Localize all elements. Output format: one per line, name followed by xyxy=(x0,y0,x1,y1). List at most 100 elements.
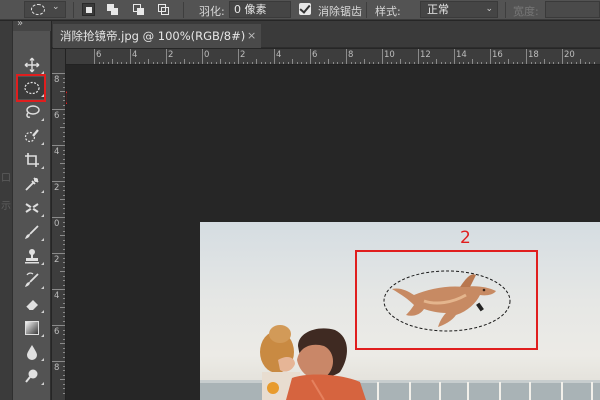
ruler-label: 8 xyxy=(348,50,354,60)
ruler-tick xyxy=(63,100,65,101)
panel-edge: 口 示 xyxy=(0,21,13,400)
annotation-box-selection xyxy=(355,250,538,350)
ruler-tick xyxy=(63,208,65,209)
blur-tool[interactable] xyxy=(18,341,46,363)
ruler-tick xyxy=(63,356,65,358)
crop-tool[interactable] xyxy=(18,149,46,171)
ruler-tick xyxy=(211,62,212,64)
ruler-tick xyxy=(63,244,65,245)
ruler-tick xyxy=(314,62,316,64)
ruler-tick xyxy=(494,62,496,64)
ruler-tick xyxy=(63,302,65,304)
new-selection-button[interactable] xyxy=(82,3,95,16)
subtract-from-selection-button[interactable] xyxy=(132,3,145,16)
ruler-label: 20 xyxy=(564,50,575,60)
width-input[interactable] xyxy=(545,1,600,18)
clone-stamp-tool[interactable] xyxy=(18,245,46,267)
intersect-selection-button[interactable] xyxy=(157,3,170,16)
eraser-tool[interactable] xyxy=(18,293,46,315)
add-to-selection-button[interactable] xyxy=(106,3,119,16)
ruler-tick xyxy=(220,59,221,64)
ruler-tick xyxy=(112,59,113,64)
crop-icon xyxy=(25,153,39,167)
ruler-tick xyxy=(63,316,65,317)
ruler-tick xyxy=(179,62,181,64)
lasso-tool[interactable] xyxy=(18,101,46,123)
ruler-tick xyxy=(63,275,65,277)
ruler-tick xyxy=(310,49,311,64)
ruler-label: 4 xyxy=(132,50,138,60)
ruler-tick xyxy=(472,59,473,64)
ruler-tick xyxy=(148,59,149,64)
ruler-tick xyxy=(350,62,352,64)
feather-input[interactable]: 0 像素 xyxy=(229,1,291,18)
tool-preset-picker[interactable]: ⌄ xyxy=(24,1,66,18)
ruler-tick xyxy=(292,59,293,64)
ruler-tick xyxy=(139,62,140,64)
ruler-tick xyxy=(63,239,65,241)
ruler-tick xyxy=(548,62,550,64)
brush-tool[interactable] xyxy=(18,221,46,243)
ruler-tick xyxy=(400,59,401,64)
ruler-tick xyxy=(52,325,65,326)
ruler-tick xyxy=(63,352,65,353)
divider xyxy=(183,2,184,18)
horizontal-ruler[interactable]: 6 4 2 0 2 4 6 8 10 12 14 16 18 20 xyxy=(66,49,600,65)
ruler-tick xyxy=(184,59,185,64)
brush-icon xyxy=(25,225,39,239)
ruler-tick xyxy=(364,59,365,64)
ruler-tick xyxy=(431,62,433,64)
style-select[interactable]: 正常 ⌄ xyxy=(420,1,498,18)
ruler-label: 2 xyxy=(54,255,60,265)
ruler-tick xyxy=(476,62,478,64)
history-brush-icon xyxy=(25,272,39,287)
ruler-tick xyxy=(130,49,131,64)
ruler-label: 4 xyxy=(276,50,282,60)
ruler-tick xyxy=(409,62,410,64)
eyedropper-tool[interactable] xyxy=(18,173,46,195)
ruler-tick xyxy=(170,62,172,64)
antialias-checkbox[interactable] xyxy=(299,3,311,15)
ruler-tick xyxy=(229,62,230,64)
ghost-text: 示 xyxy=(1,201,11,212)
move-tool[interactable] xyxy=(18,54,46,76)
ruler-tick xyxy=(391,62,392,64)
ruler-tick xyxy=(206,62,208,64)
ruler-tick xyxy=(539,62,541,64)
dodge-tool[interactable] xyxy=(18,365,46,387)
vertical-ruler[interactable]: 8 6 4 2 0 2 4 6 8 xyxy=(52,49,66,400)
ruler-tick xyxy=(463,62,464,64)
quick-selection-tool[interactable] xyxy=(18,125,46,147)
ruler-tick xyxy=(517,62,518,64)
ruler-tick xyxy=(60,379,65,380)
ruler-tick xyxy=(63,320,65,322)
history-brush-tool[interactable] xyxy=(18,269,46,291)
collapse-panel-icon: » xyxy=(17,18,23,29)
ruler-tick xyxy=(63,118,65,119)
gradient-icon xyxy=(25,321,39,335)
tools-panel-header[interactable]: » xyxy=(13,18,51,31)
ruler-tick xyxy=(116,62,118,64)
gradient-tool[interactable] xyxy=(18,317,46,339)
ruler-tick xyxy=(305,62,307,64)
ruler-tick xyxy=(440,62,442,64)
chevron-down-icon: ⌄ xyxy=(52,2,60,12)
document-tab[interactable]: 消除抢镜帝.jpg @ 100%(RGB/8#) × xyxy=(53,24,261,48)
ruler-tick xyxy=(63,167,65,169)
dodge-icon xyxy=(25,369,38,383)
ruler-tick xyxy=(63,284,65,286)
ruler-label: 14 xyxy=(456,50,467,60)
ruler-tick xyxy=(94,49,95,64)
eraser-icon xyxy=(25,300,38,311)
ruler-tick xyxy=(63,221,65,223)
ruler-tick xyxy=(63,383,65,385)
ruler-tick xyxy=(202,49,203,64)
ruler-tick xyxy=(404,62,406,64)
spot-healing-tool[interactable] xyxy=(18,197,46,219)
ruler-tick xyxy=(265,62,266,64)
close-icon[interactable]: × xyxy=(247,24,256,48)
ruler-tick xyxy=(52,289,65,290)
feather-label: 羽化: xyxy=(199,5,225,18)
ruler-tick xyxy=(530,62,532,64)
ruler-tick xyxy=(557,62,559,64)
